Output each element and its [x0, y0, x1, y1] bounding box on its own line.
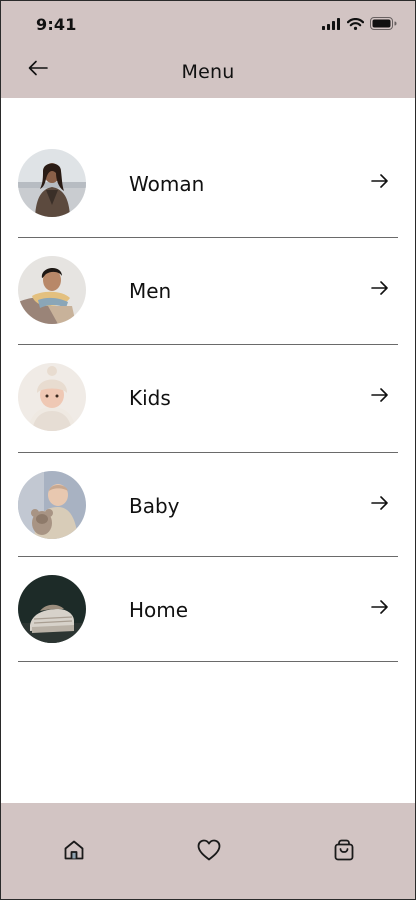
- page-title: Menu: [181, 61, 235, 83]
- arrow-right-icon: [370, 385, 390, 405]
- category-menu: Woman Men Kids Baby Home: [18, 131, 398, 662]
- menu-item-label: Home: [129, 598, 189, 622]
- heart-icon: [196, 838, 222, 866]
- baby-photo: [18, 471, 86, 539]
- kids-photo: [18, 363, 86, 431]
- menu-item-kids[interactable]: Kids: [18, 345, 398, 453]
- nav-bag-button[interactable]: [330, 838, 358, 866]
- nav-favorites-button[interactable]: [195, 838, 223, 866]
- bottom-navigation: [1, 803, 415, 899]
- menu-item-woman[interactable]: Woman: [18, 131, 398, 238]
- nav-home-button[interactable]: [60, 838, 88, 866]
- men-photo: [18, 256, 86, 324]
- menu-item-men[interactable]: Men: [18, 238, 398, 345]
- menu-item-label: Kids: [129, 386, 171, 410]
- menu-item-label: Woman: [129, 172, 205, 196]
- status-bar: 9:41: [1, 1, 415, 45]
- status-icons: [322, 17, 397, 30]
- arrow-right-icon: [370, 597, 390, 617]
- home-photo: [18, 575, 86, 643]
- status-time: 9:41: [36, 15, 77, 34]
- shopping-bag-icon: [332, 838, 356, 866]
- menu-item-home[interactable]: Home: [18, 557, 398, 662]
- wifi-icon: [347, 17, 364, 30]
- arrow-right-icon: [370, 493, 390, 513]
- home-icon: [62, 838, 86, 866]
- phone-screen: 9:41 Menu Woman Men Kids Baby Home: [0, 0, 416, 900]
- menu-item-label: Baby: [129, 494, 180, 518]
- arrow-right-icon: [370, 278, 390, 298]
- signal-icon: [322, 17, 341, 30]
- menu-item-label: Men: [129, 279, 172, 303]
- woman-photo: [18, 149, 86, 217]
- top-bar: 9:41 Menu: [1, 1, 415, 98]
- battery-icon: [370, 17, 397, 30]
- menu-item-baby[interactable]: Baby: [18, 453, 398, 557]
- arrow-right-icon: [370, 171, 390, 191]
